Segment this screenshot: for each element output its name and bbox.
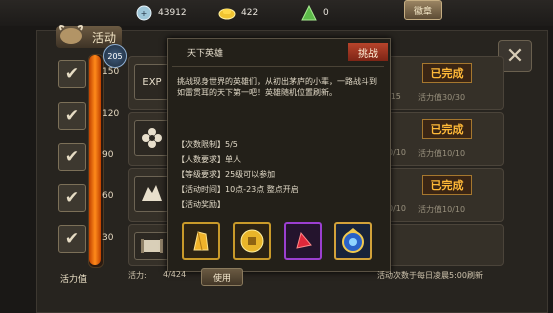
gold-amount: 422 — [241, 8, 259, 18]
completed-badge: 已完成 — [422, 63, 472, 83]
activity-tab-label: 活动 — [91, 30, 116, 45]
completed-badge: 已完成 — [422, 175, 472, 195]
gold-coin-icon[interactable] — [233, 222, 271, 260]
vitality-value: 4/424 — [163, 270, 187, 279]
jade-resource: 0 — [300, 2, 329, 24]
vitality-gauge-label: 活力值 — [60, 275, 88, 285]
level-badge: 205 — [103, 44, 127, 68]
beast-icon — [134, 176, 170, 212]
vitality-gauge-fill — [89, 55, 101, 265]
dialog-title: 天下英雄 — [187, 49, 224, 59]
gauge-tick: 120 — [102, 109, 120, 119]
use-button[interactable]: 使用 — [201, 268, 243, 286]
task-vitality: 活力值30/30 — [418, 93, 466, 102]
gauge-tick: 30 — [102, 233, 114, 243]
info-rewards-label: 【活动奖励】 — [177, 200, 225, 209]
svg-text:+: + — [141, 9, 148, 18]
task-vitality: 活力值10/10 — [418, 205, 466, 214]
gold-crystal-icon[interactable] — [182, 222, 220, 260]
exp-icon: EXP — [134, 64, 170, 100]
task-vitality: 活力值10/10 — [418, 149, 466, 158]
gold-resource: 422 — [218, 2, 258, 24]
milestone-checkbox-90[interactable]: ✔ — [58, 143, 86, 171]
gauge-tick: 90 — [102, 150, 114, 160]
jade-icon — [300, 4, 318, 22]
jade-amount: 0 — [323, 8, 329, 18]
red-gem-icon[interactable] — [284, 222, 322, 260]
dialog-description: 挑战现身世界的英雄们，从初出茅庐的小辈，一路战斗到如雷贯耳的天下第一吧！英雄随机… — [177, 77, 377, 97]
milestone-checkbox-150[interactable]: ✔ — [58, 60, 86, 88]
resource-bar — [0, 0, 553, 26]
info-time: 【活动时间】10点-23点 整点开启 — [177, 185, 299, 194]
gauge-tick: 150 — [102, 67, 120, 77]
milestone-checkbox-30[interactable]: ✔ — [58, 225, 86, 253]
flower-icon — [134, 120, 170, 156]
silver-coin-icon: + — [135, 4, 153, 22]
exp-icon-text: EXP — [142, 76, 162, 88]
milestone-checkbox-120[interactable]: ✔ — [58, 102, 86, 130]
gauge-tick: 60 — [102, 191, 114, 201]
scroll-icon — [134, 232, 170, 260]
info-attempts: 【次数限制】5/5 — [177, 140, 238, 149]
dialog-divider — [172, 66, 384, 67]
blue-amulet-icon[interactable] — [334, 222, 372, 260]
gold-ingot-icon — [218, 4, 236, 22]
info-party: 【人数要求】单人 — [177, 155, 241, 164]
silver-amount: 43912 — [158, 8, 187, 18]
completed-badge: 已完成 — [422, 119, 472, 139]
reset-note: 活动次数于每日凌晨5:00刷新 — [377, 271, 483, 280]
milestone-checkbox-60[interactable]: ✔ — [58, 184, 86, 212]
challenge-tag: 挑战 — [348, 43, 388, 61]
vitality-label: 活力: — [128, 271, 147, 280]
badge-button[interactable]: 徽章 — [404, 0, 442, 20]
ox-icon — [58, 24, 84, 46]
info-level: 【等级要求】25级可以参加 — [177, 170, 276, 179]
silver-resource: + 43912 — [135, 2, 187, 24]
